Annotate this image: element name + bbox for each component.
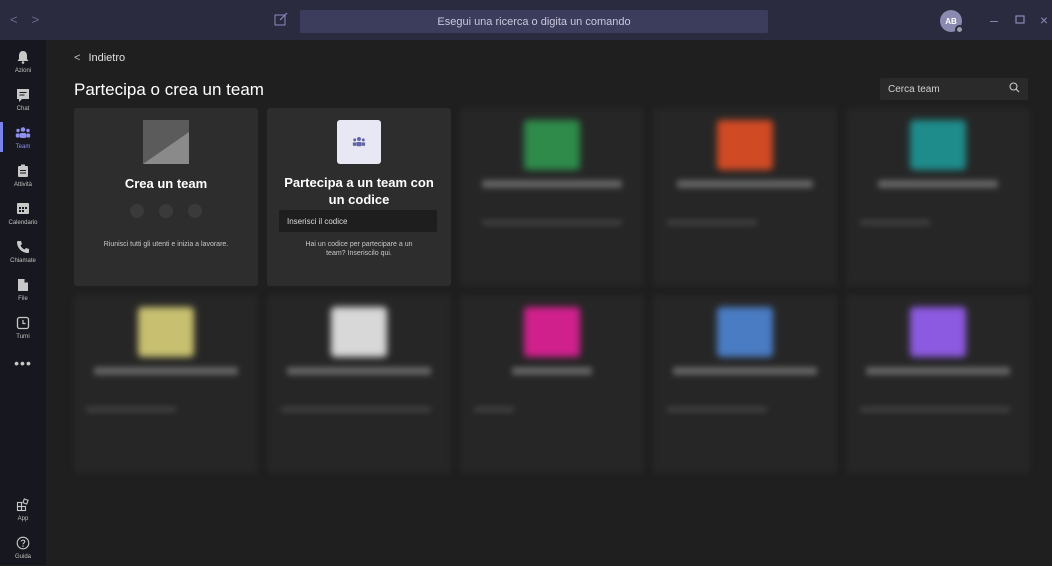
rail-item-label: Chiamate (10, 257, 36, 264)
rail-item-guida[interactable]: Guida (0, 528, 46, 566)
team-code-input[interactable]: Inserisci il codice (279, 210, 437, 232)
rail-item-chiamate[interactable]: Chiamate (0, 232, 46, 270)
rail-item-file[interactable]: File (0, 270, 46, 308)
team-avatar-image (331, 307, 387, 357)
title-bar: < > Esegui una ricerca o digita un coman… (0, 0, 1052, 40)
team-avatar-image (717, 307, 773, 357)
team-avatar-image (138, 307, 194, 357)
close-icon[interactable]: × (1036, 12, 1052, 28)
file-icon (14, 277, 32, 293)
back-arrow-icon[interactable]: < (10, 12, 18, 27)
rail-item-label: Guida (14, 553, 31, 560)
member-placeholder-icon (159, 204, 173, 218)
create-team-description: Riunisci tutti gli utenti e inizia a lav… (103, 241, 229, 248)
rail-item-label: App (17, 515, 29, 522)
rail-item-more[interactable]: ••• (0, 344, 46, 382)
rail-item-azioni[interactable]: Azioni (0, 42, 46, 80)
blurred-team-card[interactable] (74, 295, 258, 473)
team-avatar-image (717, 120, 773, 170)
create-team-title: Crea un team (124, 176, 208, 191)
blurred-team-card[interactable] (846, 295, 1030, 473)
avatar-initials: AB (945, 16, 957, 26)
blurred-team-card[interactable] (653, 295, 837, 473)
blurred-team-card[interactable] (460, 295, 644, 473)
bell-icon (14, 49, 32, 65)
back-link[interactable]: < Indietro (74, 52, 125, 64)
phone-icon (14, 239, 32, 255)
rail-item-label: File (18, 295, 28, 302)
activity-icon (14, 163, 32, 179)
team-join-icon (337, 120, 381, 164)
main-content: < Indietro Partecipa o crea un team Cerc… (46, 40, 1052, 565)
minimize-icon[interactable]: – (986, 12, 1002, 28)
rail-item-label: Turni (16, 333, 30, 340)
command-search-input[interactable]: Esegui una ricerca o digita un comando (300, 10, 768, 33)
blurred-team-card[interactable] (846, 108, 1030, 286)
shifts-icon (14, 315, 32, 331)
rail-item-team[interactable]: Team (0, 118, 46, 156)
member-placeholder-icon (188, 204, 202, 218)
rail-item-label: Attività (13, 181, 32, 188)
member-placeholders (130, 204, 202, 218)
page-title: Partecipa o crea un team (74, 80, 264, 99)
back-label: Indietro (88, 52, 126, 64)
rail-item-calendario[interactable]: Calendario (0, 194, 46, 232)
maximize-icon[interactable] (1012, 12, 1028, 28)
presence-status-icon (955, 25, 964, 34)
member-placeholder-icon (130, 204, 144, 218)
blurred-team-card[interactable] (460, 108, 644, 286)
apps-icon (14, 497, 32, 513)
team-icon (14, 125, 32, 141)
team-avatar-image (910, 307, 966, 357)
history-nav: < > (10, 12, 39, 27)
join-team-card: Partecipa a un team con un codice Inseri… (267, 108, 451, 286)
join-team-title: Partecipa a un team con un codice (284, 175, 434, 207)
rail-item-label: Team (15, 143, 31, 150)
more-icon: ••• (14, 355, 32, 371)
new-chat-icon[interactable] (274, 12, 290, 28)
rail-item-chat[interactable]: Chat (0, 80, 46, 118)
blurred-team-card[interactable] (267, 295, 451, 473)
join-team-description: Hai un codice per partecipare a un team?… (305, 241, 413, 257)
search-icon (1009, 82, 1020, 96)
rail-item-app[interactable]: App (0, 490, 46, 528)
calendar-icon (14, 201, 32, 217)
team-avatar-image (524, 120, 580, 170)
team-avatar-image (910, 120, 966, 170)
team-search-input[interactable]: Cerca team (880, 78, 1028, 100)
rail-item-label: Chat (16, 105, 30, 112)
rail-item-label: Calendario (8, 219, 38, 226)
team-search-placeholder: Cerca team (888, 83, 940, 95)
team-code-placeholder: Inserisci il codice (287, 216, 348, 226)
rail-item-label: Azioni (14, 67, 32, 74)
team-placeholder-image (143, 120, 189, 164)
rail-item-attivita[interactable]: Attività (0, 156, 46, 194)
chat-icon (14, 87, 32, 103)
forward-arrow-icon[interactable]: > (32, 12, 40, 27)
team-avatar-image (524, 307, 580, 357)
create-team-card[interactable]: Crea un team Riunisci tutti gli utenti e… (74, 108, 258, 286)
help-icon (14, 535, 32, 551)
chevron-left-icon: < (74, 52, 81, 64)
app-rail: Azioni Chat Team Attività Calendario Chi… (0, 40, 46, 565)
rail-item-turni[interactable]: Turni (0, 308, 46, 346)
avatar[interactable]: AB (940, 10, 964, 34)
blurred-team-card[interactable] (653, 108, 837, 286)
